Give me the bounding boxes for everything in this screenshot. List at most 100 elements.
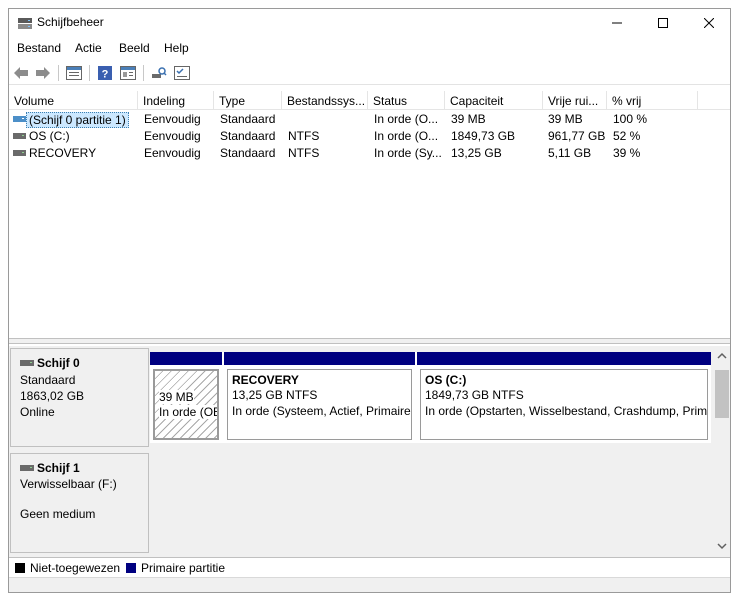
toolbar-separator [143, 65, 144, 81]
minimize-button[interactable] [594, 9, 640, 37]
properties-button[interactable] [118, 63, 138, 83]
disk-icon [20, 465, 34, 471]
cell-bestandssysteem: NTFS [288, 129, 320, 143]
partition-bar [417, 352, 711, 365]
disk-search-icon [152, 67, 167, 78]
partition-oem[interactable]: 39 MB In orde (OEM-partitie) [150, 352, 222, 443]
column-header-capaciteit[interactable]: Capaciteit [445, 91, 543, 110]
legend: Niet-toegewezen Primaire partitie [9, 557, 730, 577]
cell-capaciteit: 13,25 GB [451, 146, 502, 160]
scroll-down-icon[interactable] [717, 542, 727, 550]
cell-vrije-ruimte: 5,11 GB [548, 146, 592, 160]
column-header-bestandssysteem[interactable]: Bestandssys... [282, 91, 368, 110]
disk0-kind: Standaard [20, 373, 76, 387]
maximize-button[interactable] [640, 9, 686, 37]
cell-indeling: Eenvoudig [144, 146, 201, 160]
toolbar-separator [58, 65, 59, 81]
vertical-scrollbar[interactable] [713, 346, 730, 557]
back-button[interactable] [11, 63, 31, 83]
table-row[interactable]: RECOVERY Eenvoudig Standaard NTFS In ord… [9, 145, 730, 162]
cell-capaciteit: 1849,73 GB [451, 129, 516, 143]
cell-indeling: Eenvoudig [144, 129, 201, 143]
disk0-name: Schijf 0 [37, 356, 80, 370]
cell-capaciteit: 39 MB [451, 112, 486, 126]
disk-list-icon [174, 66, 190, 80]
cell-vrije-ruimte: 961,77 GB [548, 129, 606, 143]
table-row[interactable]: (Schijf 0 partitie 1) Eenvoudig Standaar… [9, 111, 730, 128]
disk-pane: Schijf 0 Standaard 1863,02 GB Online 39 … [9, 346, 730, 557]
partition-size: 1849,73 GB NTFS [425, 388, 524, 402]
volume-list-icon [66, 66, 82, 80]
cell-pct-vrij: 52 % [613, 129, 641, 143]
list-header: Volume Indeling Type Bestandssys... Stat… [9, 91, 730, 110]
scrollbar-thumb[interactable] [715, 370, 729, 418]
column-header-pct-vrij[interactable]: % vrij [607, 91, 698, 110]
disk0-partitions: 39 MB In orde (OEM-partitie) RECOVERY 13… [150, 352, 711, 443]
cell-type: Standaard [220, 146, 276, 160]
column-header-type[interactable]: Type [214, 91, 282, 110]
column-header-indeling[interactable]: Indeling [138, 91, 214, 110]
partition-name: RECOVERY [232, 373, 299, 387]
volume-icon [13, 116, 26, 122]
menu-beeld[interactable]: Beeld [119, 41, 150, 55]
forward-button[interactable] [33, 63, 53, 83]
disk-list-button[interactable] [172, 63, 192, 83]
partition-os[interactable]: OS (C:) 1849,73 GB NTFS In orde (Opstart… [417, 352, 711, 443]
cell-volume: (Schijf 0 partitie 1) [26, 112, 129, 128]
column-header-vrije-ruimte[interactable]: Vrije rui... [543, 91, 607, 110]
disk1-label[interactable]: Schijf 1 Verwisselbaar (F:) Geen medium [10, 453, 149, 553]
disk0-size: 1863,02 GB [20, 389, 85, 403]
menu-help[interactable]: Help [164, 41, 189, 55]
menu-bestand[interactable]: Bestand [17, 41, 61, 55]
partition-name: OS (C:) [425, 373, 467, 387]
legend-label-primary: Primaire partitie [141, 561, 226, 575]
status-bar [9, 577, 730, 592]
cell-type: Standaard [220, 112, 276, 126]
cell-pct-vrij: 39 % [613, 146, 641, 160]
title-bar: Schijfbeheer [9, 9, 730, 37]
partition-status: In orde (OEM-partitie) [159, 405, 217, 419]
cell-volume: OS (C:) [29, 129, 70, 143]
volume-list: Volume Indeling Type Bestandssys... Stat… [9, 91, 730, 337]
disk-management-window: Schijfbeheer Bestand Actie Beeld Help ? [8, 8, 731, 593]
table-row[interactable]: OS (C:) Eenvoudig Standaard NTFS In orde… [9, 128, 730, 145]
window-title: Schijfbeheer [37, 15, 104, 29]
disk1-kind: Verwisselbaar (F:) [20, 477, 117, 491]
rescan-disks-button[interactable] [149, 63, 169, 83]
cell-status: In orde (Sy... [374, 146, 442, 160]
column-header-volume[interactable]: Volume [9, 91, 138, 110]
column-header-status[interactable]: Status [368, 91, 445, 110]
disk-management-icon [18, 18, 32, 29]
partition-size: 13,25 GB NTFS [232, 388, 318, 402]
legend-swatch-primary [126, 563, 136, 573]
partition-body: RECOVERY 13,25 GB NTFS In orde (Systeem,… [227, 369, 412, 440]
partition-status: In orde (Opstarten, Wisselbestand, Crash… [425, 404, 708, 418]
cell-pct-vrij: 100 % [613, 112, 648, 126]
scroll-up-icon[interactable] [717, 352, 727, 360]
cell-status: In orde (O... [374, 129, 439, 143]
partition-bar [224, 352, 415, 365]
partition-size: 39 MB [159, 390, 194, 404]
partition-status: In orde (Systeem, Actief, Primaire parti… [232, 404, 411, 418]
close-button[interactable] [686, 9, 730, 37]
help-button[interactable]: ? [95, 63, 115, 83]
cell-volume: RECOVERY [29, 146, 97, 160]
maximize-icon [658, 18, 668, 28]
volume-list-button[interactable] [64, 63, 84, 83]
legend-label-unallocated: Niet-toegewezen [30, 561, 121, 575]
minimize-icon [612, 22, 622, 24]
help-icon: ? [98, 66, 112, 81]
forward-arrow-icon [36, 67, 50, 79]
pane-splitter[interactable] [9, 338, 730, 344]
disk0-label[interactable]: Schijf 0 Standaard 1863,02 GB Online [10, 348, 149, 447]
menu-bar: Bestand Actie Beeld Help [9, 38, 730, 58]
svg-text:?: ? [102, 69, 109, 81]
cell-bestandssysteem: NTFS [288, 146, 320, 160]
partition-bar [150, 352, 222, 365]
partition-body: OS (C:) 1849,73 GB NTFS In orde (Opstart… [420, 369, 708, 440]
menu-actie[interactable]: Actie [75, 41, 102, 55]
partition-recovery[interactable]: RECOVERY 13,25 GB NTFS In orde (Systeem,… [224, 352, 415, 443]
toolbar: ? [9, 61, 730, 85]
volume-icon [13, 150, 26, 156]
properties-icon [120, 66, 136, 80]
